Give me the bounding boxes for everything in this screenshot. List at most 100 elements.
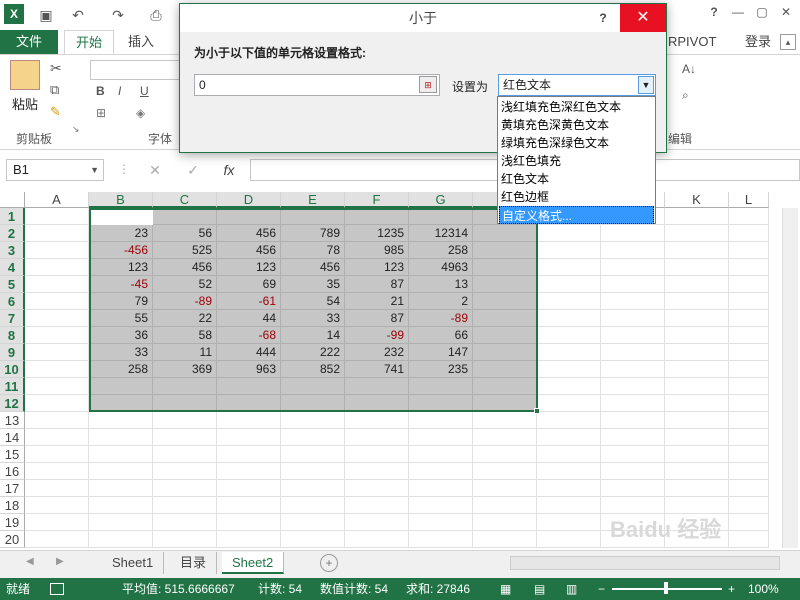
cell[interactable] <box>345 497 409 514</box>
cell[interactable] <box>601 361 665 378</box>
tab-powerpivot[interactable]: RPIVOT <box>668 30 716 54</box>
quick-print-icon[interactable]: ⎙ <box>146 5 166 25</box>
zoom-slider-thumb[interactable] <box>664 582 668 594</box>
copy-icon[interactable]: ⧉ <box>50 82 59 98</box>
cell[interactable] <box>729 225 769 242</box>
format-option[interactable]: 浅红填充色深红色文本 <box>499 98 654 116</box>
vertical-scrollbar[interactable] <box>782 208 798 548</box>
cell[interactable] <box>153 531 217 548</box>
cell[interactable]: 456 <box>281 259 345 276</box>
dialog-close-button[interactable]: ✕ <box>620 4 666 32</box>
cell[interactable] <box>729 531 769 548</box>
cell[interactable]: 852 <box>281 361 345 378</box>
cell[interactable]: 444 <box>217 344 281 361</box>
cell[interactable] <box>409 429 473 446</box>
cell[interactable] <box>601 276 665 293</box>
cell[interactable] <box>409 208 473 225</box>
column-header-L[interactable]: L <box>729 192 769 208</box>
chevron-down-icon[interactable]: ▼ <box>638 76 654 94</box>
cell[interactable] <box>345 208 409 225</box>
cell[interactable] <box>473 378 537 395</box>
cell[interactable] <box>665 327 729 344</box>
paste-button[interactable]: 粘贴 <box>12 94 38 113</box>
cell[interactable] <box>89 531 153 548</box>
cell[interactable] <box>601 259 665 276</box>
cell[interactable]: 52 <box>153 276 217 293</box>
row-header-10[interactable]: 10 <box>0 361 25 378</box>
row-header-3[interactable]: 3 <box>0 242 25 259</box>
cell[interactable] <box>217 446 281 463</box>
cell[interactable] <box>473 497 537 514</box>
cell[interactable] <box>601 463 665 480</box>
sheet-next-icon[interactable]: ▶ <box>56 556 64 567</box>
cell[interactable] <box>729 310 769 327</box>
row-header-17[interactable]: 17 <box>0 480 25 497</box>
clipboard-launcher-icon[interactable]: ↘ <box>72 124 80 135</box>
cell[interactable] <box>665 395 729 412</box>
cell[interactable] <box>473 446 537 463</box>
dialog-help-button[interactable]: ? <box>592 4 614 32</box>
cell[interactable]: 235 <box>409 361 473 378</box>
border-icon[interactable]: ⊞ <box>96 106 106 120</box>
row-header-5[interactable]: 5 <box>0 276 25 293</box>
cell[interactable] <box>473 463 537 480</box>
row-header-16[interactable]: 16 <box>0 463 25 480</box>
cell[interactable] <box>665 276 729 293</box>
cell[interactable] <box>537 276 601 293</box>
format-option[interactable]: 红色边框 <box>499 188 654 206</box>
cell[interactable] <box>729 242 769 259</box>
cell[interactable]: 456 <box>217 225 281 242</box>
cell[interactable] <box>345 378 409 395</box>
cell[interactable] <box>665 429 729 446</box>
cell[interactable]: 741 <box>345 361 409 378</box>
column-header-G[interactable]: G <box>409 192 473 208</box>
cell[interactable] <box>473 259 537 276</box>
ribbon-collapse-icon[interactable]: ▴ <box>780 34 796 50</box>
cell[interactable]: -89 <box>153 293 217 310</box>
cell[interactable] <box>473 361 537 378</box>
cell[interactable] <box>217 378 281 395</box>
page-layout-icon[interactable]: ▤ <box>534 582 545 596</box>
cell[interactable] <box>281 480 345 497</box>
cell[interactable] <box>345 514 409 531</box>
cell[interactable] <box>729 378 769 395</box>
cell[interactable] <box>153 480 217 497</box>
paste-icon[interactable] <box>10 60 40 90</box>
cell[interactable] <box>473 242 537 259</box>
cell[interactable]: 2 <box>409 293 473 310</box>
cut-icon[interactable]: ✂ <box>50 60 62 77</box>
cell[interactable]: 69 <box>217 276 281 293</box>
tab-insert[interactable]: 插入 <box>118 30 164 54</box>
underline-button[interactable]: U <box>140 84 149 98</box>
column-header-C[interactable]: C <box>153 192 217 208</box>
cell[interactable]: 258 <box>89 361 153 378</box>
cell[interactable] <box>345 531 409 548</box>
cell[interactable] <box>345 446 409 463</box>
cell[interactable]: 525 <box>153 242 217 259</box>
cell[interactable] <box>89 497 153 514</box>
cell[interactable]: 123 <box>217 259 281 276</box>
cell[interactable]: 258 <box>409 242 473 259</box>
cell[interactable]: 56 <box>153 225 217 242</box>
cell[interactable] <box>345 463 409 480</box>
format-option[interactable]: 浅红色填充 <box>499 152 654 170</box>
cell[interactable] <box>25 242 89 259</box>
cell[interactable] <box>537 242 601 259</box>
row-header-7[interactable]: 7 <box>0 310 25 327</box>
cell[interactable]: -89 <box>409 310 473 327</box>
cell[interactable] <box>537 446 601 463</box>
threshold-input[interactable]: 0 <box>194 74 440 96</box>
help-button[interactable]: ? <box>704 5 724 25</box>
cell[interactable] <box>537 293 601 310</box>
cell[interactable]: 78 <box>281 242 345 259</box>
cell[interactable] <box>473 327 537 344</box>
zoom-in-button[interactable]: + <box>728 578 735 600</box>
cell[interactable]: 44 <box>217 310 281 327</box>
row-header-12[interactable]: 12 <box>0 395 25 412</box>
cell[interactable] <box>25 480 89 497</box>
cell[interactable] <box>153 446 217 463</box>
cell[interactable] <box>217 412 281 429</box>
active-cell[interactable] <box>90 209 153 225</box>
cell[interactable] <box>601 412 665 429</box>
cell[interactable] <box>665 208 729 225</box>
